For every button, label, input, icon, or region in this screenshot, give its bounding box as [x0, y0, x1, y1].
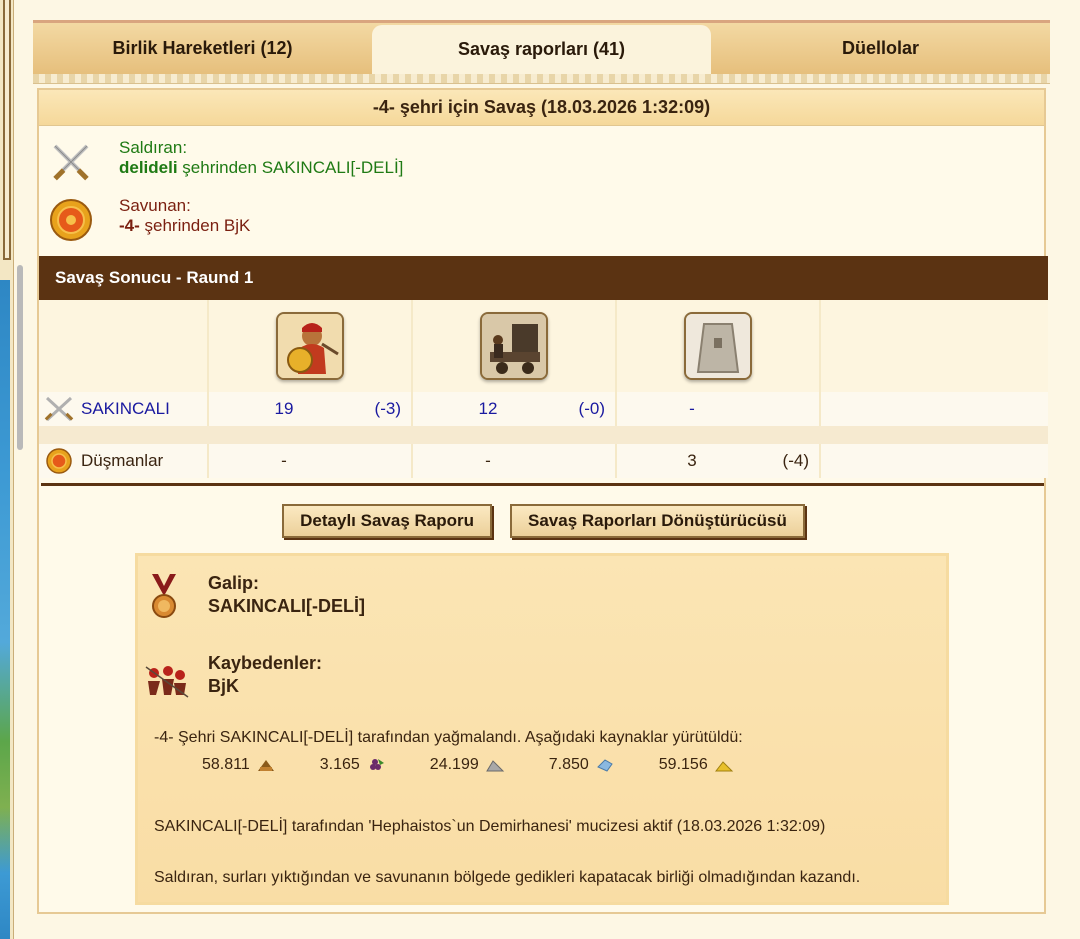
report-buttons: Detaylı Savaş Raporu Savaş Raporları Dön… [39, 504, 1048, 538]
resource-sulfur: 59.156 [659, 756, 734, 774]
report-title: -4- şehri için Savaş (18.03.2026 1:32:09… [39, 90, 1044, 126]
battle-result-header: Savaş Sonucu - Raund 1 [39, 256, 1048, 300]
wood-icon [257, 760, 274, 771]
hoplite-unit-icon[interactable] [276, 312, 344, 380]
table-cell: - [209, 444, 413, 478]
shield-icon [50, 199, 92, 241]
report-panel: -4- şehri için Savaş (18.03.2026 1:32:09… [37, 88, 1048, 914]
plunder-text: -4- Şehri SAKINCALI[-DELİ] tarafından ya… [154, 729, 743, 746]
wonder-text: SAKINCALI[-DELİ] tarafından 'Hephaistos`… [154, 818, 826, 835]
attacker-label: Saldıran: [119, 138, 188, 157]
defender-player: şehrinden BjK [139, 216, 251, 235]
attacker-units-row: SAKINCALI 19 (-3) 12 (-0) - [39, 392, 1048, 426]
resource-crystal: 7.850 [549, 756, 615, 774]
detailed-report-button[interactable]: Detaylı Savaş Raporu [282, 504, 492, 538]
resource-marble: 24.199 [430, 756, 505, 774]
winner-label: Galip: [208, 573, 260, 593]
battle-report-window: Birlik Hareketleri (12) Savaş raporları … [33, 20, 1050, 920]
ram-unit-icon[interactable] [480, 312, 548, 380]
table-cell: - [617, 392, 821, 426]
table-cell: 3 (-4) [617, 444, 821, 478]
fallen-soldiers-icon [145, 666, 189, 698]
enemy-units-row: Düşmanlar - - 3 (-4) [39, 444, 1048, 478]
report-converter-button[interactable]: Savaş Raporları Dönüştürücüsü [510, 504, 805, 538]
tab-ornament [33, 74, 1050, 84]
table-cell: 12 (-0) [413, 392, 617, 426]
table-cell: 19 (-3) [209, 392, 413, 426]
shield-icon [46, 448, 72, 474]
units-table: SAKINCALI 19 (-3) 12 (-0) - Düşmanlar - - [39, 300, 1048, 478]
tab-duels[interactable]: Düellolar [711, 23, 1050, 74]
wall-building-icon[interactable] [684, 312, 752, 380]
losers-label: Kaybedenler: [208, 653, 323, 673]
left-edge-strip [0, 0, 23, 939]
tab-unit-movements[interactable]: Birlik Hareketleri (12) [33, 23, 372, 74]
attacker-city-link[interactable]: delideli [119, 158, 178, 177]
losers-name[interactable]: BjK [208, 675, 322, 698]
plundered-resources: 58.811 3.165 24.199 7.850 59.156 [202, 756, 778, 774]
defender-info: Savunan: -4- şehrinden BjK [39, 196, 1044, 244]
battle-summary: Galip: SAKINCALI[-DELİ] Kaybedenler: BjK… [135, 553, 949, 905]
tab-bar: Birlik Hareketleri (12) Savaş raporları … [33, 20, 1050, 74]
unit-icons-row [39, 300, 1048, 392]
marble-icon [485, 760, 504, 772]
attacker-info: Saldıran: delideli şehrinden SAKINCALI[-… [39, 138, 1044, 186]
tab-battle-reports[interactable]: Savaş raporları (41) [372, 25, 711, 74]
defender-label: Savunan: [119, 196, 191, 215]
attacker-player: şehrinden SAKINCALI[-DELİ] [177, 158, 404, 177]
sulfur-icon [714, 761, 733, 772]
table-divider [41, 483, 1044, 486]
table-cell: - [413, 444, 617, 478]
map-sliver [0, 280, 10, 939]
defender-city-link[interactable]: -4- [119, 216, 140, 235]
resource-wood: 58.811 [202, 756, 276, 774]
side-frame [3, 0, 11, 260]
resource-wine: 3.165 [320, 756, 386, 774]
scrollbar[interactable] [17, 265, 23, 450]
crossed-swords-icon [53, 144, 89, 181]
attacker-row-name[interactable]: SAKINCALI [81, 399, 170, 419]
medal-icon [152, 574, 176, 618]
crossed-swords-icon [44, 396, 74, 422]
crystal-icon [596, 759, 613, 772]
victory-reason-text: Saldıran, surları yıktığından ve savunan… [154, 869, 861, 886]
enemy-row-name: Düşmanlar [81, 451, 164, 470]
winner-name[interactable]: SAKINCALI[-DELİ] [208, 595, 365, 618]
wine-icon [369, 759, 384, 770]
